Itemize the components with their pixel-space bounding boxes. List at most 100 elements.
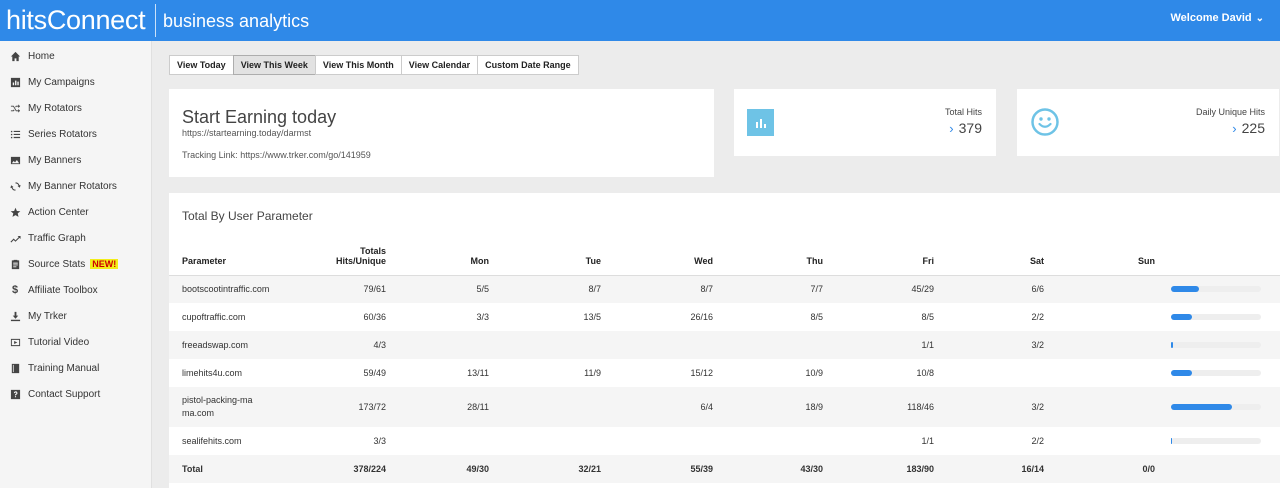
thu-cell: 8/5	[810, 312, 823, 322]
tue-cell: 32/21	[497, 455, 609, 483]
total-hits-card: Total Hits › 379	[734, 89, 996, 156]
view-today-button[interactable]: View Today	[169, 55, 234, 75]
brand-subtitle: business analytics	[163, 11, 310, 31]
parameter-text: pistol-packing-mama.com	[182, 395, 253, 418]
campaign-card: Start Earning today https://startearning…	[169, 89, 714, 177]
sidebar-item-label: Tutorial Video	[28, 336, 90, 348]
brand-logo[interactable]: hitsConnect	[6, 3, 146, 37]
view-this-month-button[interactable]: View This Month	[314, 55, 402, 75]
view-this-week-button[interactable]: View This Week	[232, 55, 316, 75]
download-icon	[9, 310, 21, 322]
column-header-sun: Sun	[1052, 233, 1163, 276]
daily-unique-hits-label: Daily Unique Hits	[1195, 107, 1265, 117]
sidebar-item-my-banners[interactable]: My Banners	[0, 147, 151, 173]
wed-cell	[609, 427, 721, 455]
progress-bar	[1171, 370, 1192, 376]
sidebar-item-training-manual[interactable]: Training Manual	[0, 355, 151, 381]
campaign-title: Start Earning today	[182, 107, 337, 127]
sidebar-item-action-center[interactable]: Action Center	[0, 199, 151, 225]
tue-cell	[497, 331, 609, 359]
total-hits-label: Total Hits	[944, 107, 982, 117]
sidebar-item-affiliate-toolbox[interactable]: $ Affiliate Toolbox	[0, 277, 151, 303]
sidebar-item-my-campaigns[interactable]: My Campaigns	[0, 69, 151, 95]
sidebar-item-contact-support[interactable]: Contact Support	[0, 381, 151, 407]
total-hits-value[interactable]: › 379	[949, 120, 982, 136]
tue-cell: 8/7	[497, 275, 609, 303]
wed-cell: 26/16	[690, 312, 713, 322]
table-row: freeadswap.com 4/3 1/1 3/2	[169, 331, 1280, 359]
table-row: bootscootintraffic.com 79/61 5/5 8/7 8/7…	[169, 275, 1280, 303]
mon-cell: 28/11	[394, 387, 497, 427]
sidebar-item-label: Source Stats	[28, 258, 86, 270]
wed-cell: 55/39	[609, 455, 721, 483]
home-icon	[9, 50, 21, 62]
totals-cell: 79/61	[304, 275, 394, 303]
wed-cell: 6/4	[609, 387, 721, 427]
totals-cell: 4/3	[304, 331, 394, 359]
fri-cell: 118/46	[831, 387, 942, 427]
totals-header-line1: Totals	[360, 245, 386, 256]
new-badge: NEW!	[90, 259, 119, 269]
view-calendar-button[interactable]: View Calendar	[400, 55, 479, 75]
daily-unique-hits-card: Daily Unique Hits › 225	[1017, 89, 1279, 156]
mon-cell	[394, 427, 497, 455]
sat-cell: 2/2	[1031, 312, 1044, 322]
progress-cell	[1163, 387, 1280, 427]
sidebar-item-home[interactable]: Home	[0, 43, 151, 69]
fri-cell: 1/1	[831, 331, 942, 359]
tracking-link[interactable]: Tracking Link: https://www.trker.com/go/…	[182, 150, 371, 160]
table-row: pistol-packing-mama.com 173/72 28/11 6/4…	[169, 387, 1280, 427]
column-header-sat: Sat	[942, 233, 1052, 276]
progress-cell	[1163, 275, 1280, 303]
thu-cell: 43/30	[721, 455, 831, 483]
table-header-row: Parameter Totals Hits/Unique Mon Tue Wed …	[169, 233, 1280, 276]
user-menu[interactable]: Welcome David ⌄	[1171, 12, 1265, 24]
sidebar-item-tutorial-video[interactable]: Tutorial Video	[0, 329, 151, 355]
sidebar-item-my-banner-rotators[interactable]: My Banner Rotators	[0, 173, 151, 199]
table-row: limehits4u.com 59/49 13/11 11/9 15/12 10…	[169, 359, 1280, 387]
sidebar-item-label: Contact Support	[28, 388, 101, 400]
sidebar-item-label: Traffic Graph	[28, 232, 86, 244]
thu-cell	[721, 331, 831, 359]
thu-cell: 18/9	[721, 387, 831, 427]
table-title: Total By User Parameter	[182, 209, 313, 223]
campaign-url[interactable]: https://startearning.today/darmst	[182, 128, 311, 138]
sat-cell: 3/2	[942, 387, 1052, 427]
star-icon	[9, 206, 21, 218]
sidebar-item-series-rotators[interactable]: Series Rotators	[0, 121, 151, 147]
sidebar-item-my-rotators[interactable]: My Rotators	[0, 95, 151, 121]
user-parameter-table-card: Total By User Parameter Parameter Totals…	[169, 193, 1280, 488]
sat-cell	[942, 359, 1052, 387]
totals-header-line2: Hits/Unique	[335, 255, 386, 266]
help-icon	[9, 388, 21, 400]
sun-cell	[1052, 387, 1163, 427]
column-header-bar	[1163, 233, 1280, 276]
progress-cell	[1163, 331, 1280, 359]
progress-track	[1171, 342, 1261, 348]
parameter-cell: pistol-packing-mama.com	[169, 387, 304, 427]
bar-chart-icon	[9, 76, 21, 88]
video-icon	[9, 336, 21, 348]
shuffle-icon	[9, 102, 21, 114]
column-header-tue: Tue	[497, 233, 609, 276]
sidebar-item-source-stats[interactable]: Source Stats NEW!	[0, 251, 151, 277]
thu-cell: 10/9	[805, 368, 823, 378]
total-hits-number: 379	[958, 120, 982, 136]
sat-cell: 16/14	[942, 455, 1052, 483]
sidebar-item-my-trker[interactable]: My Trker	[0, 303, 151, 329]
welcome-text: Welcome David	[1170, 12, 1252, 24]
sat-cell: 2/2	[1031, 436, 1044, 446]
custom-date-range-button[interactable]: Custom Date Range	[477, 55, 579, 75]
chevron-right-icon: ›	[949, 121, 954, 136]
sidebar-item-traffic-graph[interactable]: Traffic Graph	[0, 225, 151, 251]
tue-cell: 11/9	[584, 368, 601, 378]
progress-track	[1171, 286, 1261, 293]
sidebar-item-label: My Banner Rotators	[28, 180, 117, 192]
column-header-mon: Mon	[394, 233, 497, 276]
image-icon	[9, 154, 21, 166]
totals-cell: 60/36	[363, 312, 386, 322]
daily-unique-hits-value[interactable]: › 225	[1232, 120, 1265, 136]
progress-cell	[1163, 427, 1280, 455]
totals-cell: 173/72	[304, 387, 394, 427]
mon-cell	[394, 331, 497, 359]
